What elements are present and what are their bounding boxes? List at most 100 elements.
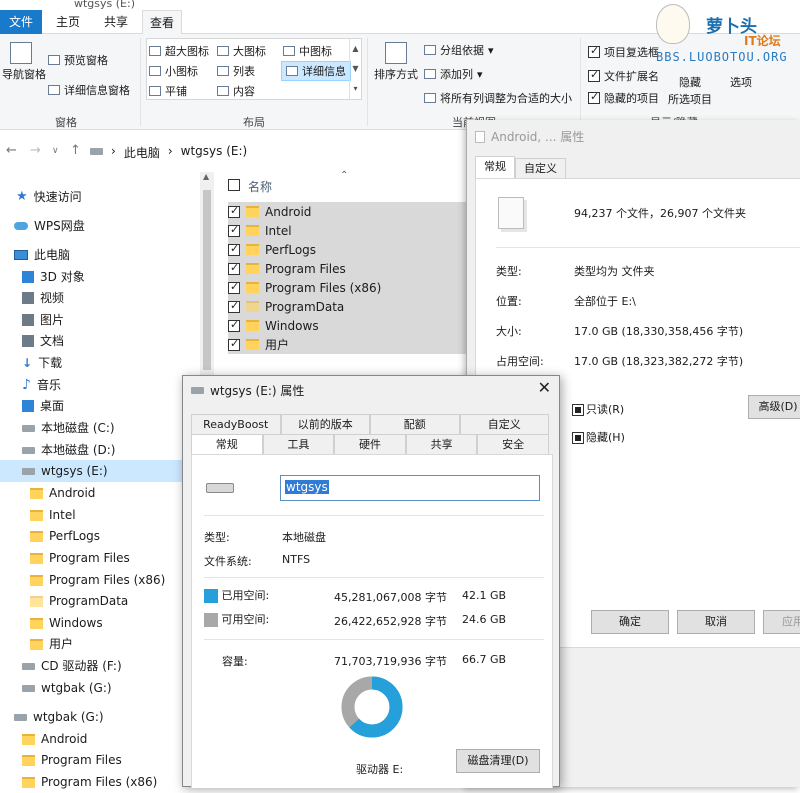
add-column-button[interactable]: 添加列 ▾ <box>424 66 483 82</box>
nav-desktop[interactable]: 桌面 <box>22 395 64 417</box>
tab-customize[interactable]: 自定义 <box>459 414 549 434</box>
hidden-items-toggle[interactable]: 隐藏的项目 <box>588 90 659 106</box>
file-row[interactable]: Program Files <box>228 259 470 278</box>
layout-list[interactable]: 列表 <box>217 63 255 79</box>
hidden-checkbox[interactable] <box>572 432 584 444</box>
nav-pane-button[interactable]: 导航窗格 <box>2 42 46 82</box>
scrollbar-thumb[interactable] <box>203 190 211 370</box>
file-row[interactable]: PerfLogs <box>228 240 470 259</box>
tab-general[interactable]: 常规 <box>475 156 515 178</box>
nav-folder-perflogs[interactable]: PerfLogs <box>30 525 100 547</box>
nav-g-folder-program-files[interactable]: Program Files <box>22 749 122 771</box>
layout-content[interactable]: 内容 <box>217 83 255 99</box>
row-checkbox[interactable] <box>228 280 240 294</box>
tab-hardware[interactable]: 硬件 <box>334 434 406 454</box>
tab-view[interactable]: 查看 <box>142 10 182 35</box>
readonly-checkbox[interactable] <box>572 404 584 416</box>
file-extensions-check[interactable] <box>588 68 600 82</box>
nav-drive-e[interactable]: wtgsys (E:) <box>0 460 200 482</box>
preview-pane-button[interactable]: 预览窗格 <box>48 52 108 68</box>
tab-tools[interactable]: 工具 <box>262 434 335 454</box>
file-row[interactable]: ProgramData <box>228 297 470 316</box>
tab-general[interactable]: 常规 <box>191 434 263 454</box>
row-checkbox[interactable] <box>228 242 240 256</box>
tab-quota[interactable]: 配额 <box>370 414 460 434</box>
file-row[interactable]: 用户 <box>228 335 470 354</box>
tab-readyboost[interactable]: ReadyBoost <box>191 414 281 434</box>
scroll-up-icon[interactable]: ▲ <box>203 172 209 181</box>
file-extensions-toggle[interactable]: 文件扩展名 <box>588 68 659 84</box>
nav-videos[interactable]: 视频 <box>22 287 64 309</box>
layout-tiles[interactable]: 平铺 <box>149 83 187 99</box>
apply-button[interactable]: 应用 <box>763 610 800 634</box>
tab-home[interactable]: 主页 <box>48 10 88 34</box>
tab-share[interactable]: 共享 <box>96 10 136 34</box>
row-checkbox[interactable] <box>228 204 240 218</box>
hidden-items-check[interactable] <box>588 90 600 104</box>
fit-columns-button[interactable]: 将所有列调整为合适的大小 <box>424 90 572 106</box>
ok-button[interactable]: 确定 <box>591 610 669 634</box>
nav-folder-android[interactable]: Android <box>30 482 95 504</box>
disk-cleanup-button[interactable]: 磁盘清理(D) <box>456 749 540 773</box>
row-checkbox[interactable] <box>228 223 240 237</box>
nav-drive-c[interactable]: 本地磁盘 (C:) <box>22 417 115 439</box>
file-row[interactable]: Android <box>228 202 470 221</box>
breadcrumb-drive[interactable]: wtgsys (E:) <box>181 144 248 161</box>
row-checkbox[interactable] <box>228 337 240 351</box>
tab-security[interactable]: 安全 <box>477 434 549 454</box>
group-by-button[interactable]: 分组依据 ▾ <box>424 42 494 58</box>
gallery-scroll[interactable]: ▲ ▼ ▾ <box>349 39 361 99</box>
nav-drive-d[interactable]: 本地磁盘 (D:) <box>22 439 115 461</box>
nav-folder-program-files[interactable]: Program Files <box>30 547 130 569</box>
nav-3d-objects[interactable]: 3D 对象 <box>22 266 85 288</box>
recent-chevron-icon[interactable]: ∨ <box>52 146 59 156</box>
forward-arrow-icon[interactable]: → <box>30 143 41 158</box>
tab-file[interactable]: 文件 <box>0 10 42 34</box>
nav-folder-programdata[interactable]: ProgramData <box>30 590 128 612</box>
nav-pictures[interactable]: 图片 <box>22 309 64 331</box>
close-icon[interactable]: ✕ <box>538 378 551 397</box>
row-checkbox[interactable] <box>228 261 240 275</box>
cancel-button[interactable]: 取消 <box>677 610 755 634</box>
nav-quick-access[interactable]: ★ 快速访问 <box>16 186 82 208</box>
advanced-button[interactable]: 高级(D) <box>748 395 800 419</box>
row-checkbox[interactable] <box>228 318 240 332</box>
nav-drive-g-root[interactable]: wtgbak (G:) <box>14 706 104 728</box>
tab-customize[interactable]: 自定义 <box>515 158 566 178</box>
breadcrumb[interactable]: › 此电脑 › wtgsys (E:) <box>90 144 247 161</box>
layout-large-icons[interactable]: 大图标 <box>217 43 266 59</box>
nav-this-pc[interactable]: 此电脑 <box>14 244 70 266</box>
up-arrow-icon[interactable]: ↑ <box>70 143 81 158</box>
nav-music[interactable]: ♪ 音乐 <box>22 374 61 396</box>
nav-g-folder-program-files-x86[interactable]: Program Files (x86) <box>22 771 157 793</box>
layout-medium-icons[interactable]: 中图标 <box>283 43 332 59</box>
item-checkbox-check[interactable] <box>588 44 600 58</box>
hide-selected-button[interactable]: 隐藏 所选项目 <box>668 74 712 107</box>
layout-xl-icons[interactable]: 超大图标 <box>149 43 209 59</box>
readonly-attribute[interactable]: 只读(R) <box>572 401 624 417</box>
layout-details[interactable]: 详细信息 <box>281 61 351 81</box>
row-checkbox[interactable] <box>228 299 240 313</box>
column-name[interactable]: 名称 <box>248 178 272 195</box>
nav-drive-f[interactable]: CD 驱动器 (F:) <box>22 655 122 677</box>
nav-folder-users[interactable]: 用户 <box>30 633 73 655</box>
nav-downloads[interactable]: ↓ 下载 <box>22 352 62 374</box>
nav-wps-drive[interactable]: WPS网盘 <box>14 215 85 237</box>
nav-folder-intel[interactable]: Intel <box>30 504 76 526</box>
nav-folder-windows[interactable]: Windows <box>30 612 103 634</box>
sort-by-button[interactable]: 排序方式 <box>374 42 418 82</box>
tab-sharing[interactable]: 共享 <box>405 434 478 454</box>
details-pane-button[interactable]: 详细信息窗格 <box>48 82 130 98</box>
file-row[interactable]: Intel <box>228 221 470 240</box>
hidden-attribute[interactable]: 隐藏(H) <box>572 429 625 445</box>
layout-small-icons[interactable]: 小图标 <box>149 63 198 79</box>
breadcrumb-pc[interactable]: 此电脑 <box>124 144 160 161</box>
file-row[interactable]: Windows <box>228 316 470 335</box>
select-all-checkbox[interactable] <box>228 179 240 191</box>
tab-previous-versions[interactable]: 以前的版本 <box>280 414 370 434</box>
nav-documents[interactable]: 文档 <box>22 330 64 352</box>
nav-folder-program-files-x86[interactable]: Program Files (x86) <box>30 569 165 591</box>
options-button[interactable]: 选项 <box>730 74 752 90</box>
nav-drive-g[interactable]: wtgbak (G:) <box>22 677 112 699</box>
file-row[interactable]: Program Files (x86) <box>228 278 470 297</box>
